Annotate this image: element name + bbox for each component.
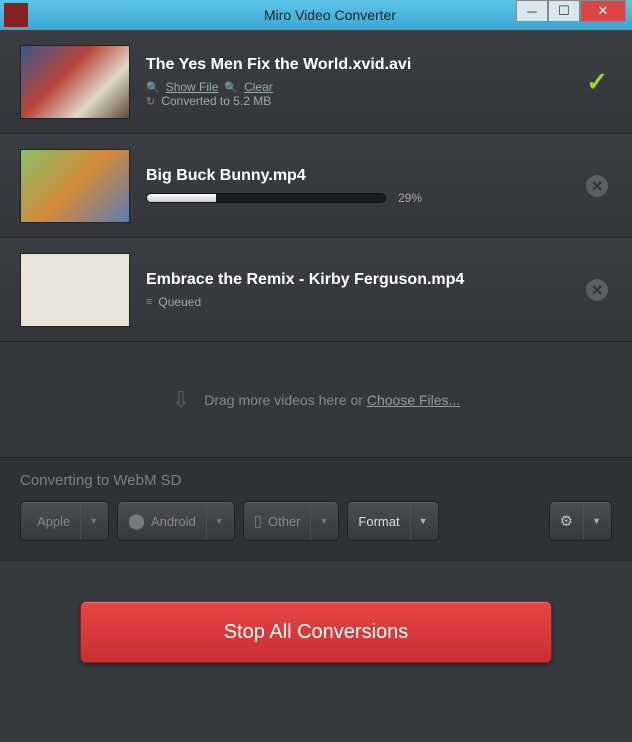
checkmark-icon: ✓ bbox=[586, 67, 608, 98]
maximize-button[interactable]: ☐ bbox=[548, 0, 580, 22]
android-icon: ⬤ bbox=[128, 512, 145, 530]
other-format-button[interactable]: ▯ Other ▼ bbox=[243, 501, 340, 541]
window-controls: ─ ☐ ✕ bbox=[516, 0, 626, 22]
show-file-link[interactable]: Show File bbox=[166, 80, 219, 94]
android-label: Android bbox=[151, 514, 196, 529]
dropzone[interactable]: ⇩ Drag more videos here or Choose Files.… bbox=[0, 342, 632, 457]
thumbnail bbox=[20, 149, 130, 223]
format-button[interactable]: Format ▼ bbox=[347, 501, 438, 541]
search-icon: 🔍 bbox=[146, 81, 160, 94]
stop-all-button[interactable]: Stop All Conversions bbox=[80, 601, 552, 663]
converted-text: Converted to 5.2 MB bbox=[161, 94, 271, 108]
progress-bar bbox=[146, 193, 386, 203]
format-label: Format bbox=[358, 514, 399, 529]
queued-status: ≡ Queued bbox=[146, 295, 612, 309]
progress-row: 29% bbox=[146, 191, 612, 205]
progress-fill bbox=[147, 194, 216, 202]
queue-icon: ≡ bbox=[146, 296, 152, 308]
file-info: The Yes Men Fix the World.xvid.avi 🔍 Sho… bbox=[146, 56, 612, 108]
file-list: The Yes Men Fix the World.xvid.avi 🔍 Sho… bbox=[0, 30, 632, 342]
clear-link[interactable]: Clear bbox=[244, 80, 273, 94]
chevron-down-icon: ▼ bbox=[310, 502, 328, 540]
file-name: Embrace the Remix - Kirby Ferguson.mp4 bbox=[146, 271, 612, 289]
chevron-down-icon: ▼ bbox=[206, 502, 224, 540]
file-item: The Yes Men Fix the World.xvid.avi 🔍 Sho… bbox=[0, 30, 632, 134]
file-name: Big Buck Bunny.mp4 bbox=[146, 167, 612, 185]
minimize-button[interactable]: ─ bbox=[516, 0, 548, 22]
cancel-button[interactable]: ✕ bbox=[586, 175, 608, 197]
chevron-down-icon: ▼ bbox=[583, 502, 601, 540]
thumbnail bbox=[20, 253, 130, 327]
queued-label: Queued bbox=[158, 295, 201, 309]
android-format-button[interactable]: ⬤ Android ▼ bbox=[117, 501, 235, 541]
titlebar: Miro Video Converter ─ ☐ ✕ bbox=[0, 0, 632, 30]
device-icon: ▯ bbox=[254, 512, 262, 530]
file-info: Embrace the Remix - Kirby Ferguson.mp4 ≡… bbox=[146, 271, 612, 309]
file-name: The Yes Men Fix the World.xvid.avi bbox=[146, 56, 612, 74]
apple-format-button[interactable]: Apple ▼ bbox=[20, 501, 109, 541]
refresh-icon: ↻ bbox=[146, 95, 155, 108]
progress-percent: 29% bbox=[398, 191, 422, 205]
cancel-button[interactable]: ✕ bbox=[586, 279, 608, 301]
app-icon bbox=[4, 3, 28, 27]
choose-files-link[interactable]: Choose Files... bbox=[367, 392, 460, 408]
dropzone-text: Drag more videos here or Choose Files... bbox=[204, 392, 460, 408]
bottom-panel: Converting to WebM SD Apple ▼ ⬤ Android … bbox=[0, 457, 632, 561]
chevron-down-icon: ▼ bbox=[410, 502, 428, 540]
format-row: Apple ▼ ⬤ Android ▼ ▯ Other ▼ Format ▼ ⚙… bbox=[20, 501, 612, 541]
other-label: Other bbox=[268, 514, 301, 529]
file-item: Big Buck Bunny.mp4 29% ✕ bbox=[0, 134, 632, 238]
close-button[interactable]: ✕ bbox=[580, 0, 626, 22]
gear-icon: ⚙ bbox=[560, 512, 573, 530]
settings-button[interactable]: ⚙ ▼ bbox=[549, 501, 612, 541]
action-area: Stop All Conversions bbox=[0, 561, 632, 683]
file-meta: 🔍 Show File 🔍 Clear bbox=[146, 80, 612, 94]
thumbnail bbox=[20, 45, 130, 119]
chevron-down-icon: ▼ bbox=[80, 502, 98, 540]
file-info: Big Buck Bunny.mp4 29% bbox=[146, 167, 612, 205]
file-item: Embrace the Remix - Kirby Ferguson.mp4 ≡… bbox=[0, 238, 632, 342]
search-icon: 🔍 bbox=[224, 81, 238, 94]
download-icon: ⇩ bbox=[172, 387, 190, 413]
conversion-status: Converting to WebM SD bbox=[20, 472, 612, 489]
converted-status: ↻ Converted to 5.2 MB bbox=[146, 94, 612, 108]
apple-label: Apple bbox=[37, 514, 70, 529]
